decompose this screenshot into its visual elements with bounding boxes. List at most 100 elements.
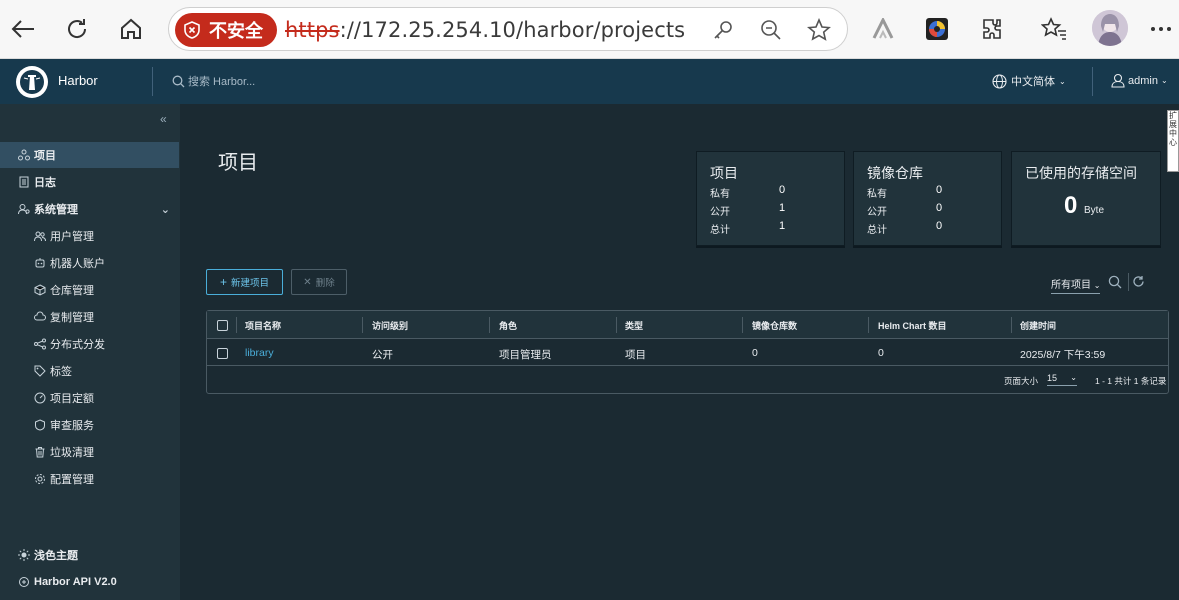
cell-chart-count: 0 bbox=[878, 347, 884, 359]
sidebar-item-label: 配置管理 bbox=[50, 474, 94, 486]
page-size-select[interactable]: 15 ⌄ bbox=[1047, 373, 1077, 386]
storage-unit: Byte bbox=[1084, 205, 1105, 216]
projects-summary-card: 项目 私有 0 公开 1 总计 1 bbox=[696, 151, 845, 246]
column-header-chart-count[interactable]: Helm Chart 数目 bbox=[878, 319, 947, 332]
public-count: 0 bbox=[936, 202, 943, 214]
home-icon[interactable] bbox=[116, 14, 146, 44]
toolbar-divider bbox=[1128, 273, 1129, 291]
cell-role: 项目管理员 bbox=[499, 349, 552, 361]
harbor-logo-icon[interactable] bbox=[16, 66, 48, 98]
sidebar-item-robot-accounts[interactable]: 机器人账户 bbox=[0, 250, 180, 276]
extensions-puzzle-icon[interactable] bbox=[977, 14, 1007, 44]
profile-avatar[interactable] bbox=[1092, 10, 1128, 46]
refresh-icon[interactable] bbox=[62, 14, 92, 44]
column-divider bbox=[362, 317, 363, 333]
zoom-out-icon[interactable] bbox=[759, 18, 783, 42]
close-icon: ✕ bbox=[303, 276, 312, 288]
quota-icon bbox=[34, 392, 46, 404]
chevron-down-icon: ⌄ bbox=[1070, 373, 1077, 382]
sidebar-item-distributions[interactable]: 分布式分发 bbox=[0, 331, 180, 357]
url-text[interactable]: https://172.25.254.10/harbor/projects bbox=[285, 18, 685, 42]
column-header-type[interactable]: 类型 bbox=[625, 319, 643, 332]
theme-toggle[interactable]: 浅色主题 bbox=[0, 542, 180, 568]
private-label: 私有 bbox=[710, 189, 730, 200]
replication-icon bbox=[34, 311, 46, 323]
admin-icon bbox=[18, 203, 30, 215]
page-title: 项目 bbox=[218, 152, 258, 174]
robot-icon bbox=[34, 257, 46, 269]
sidebar-item-label: 仓库管理 bbox=[50, 285, 94, 297]
private-count: 0 bbox=[779, 184, 786, 196]
chevron-down-icon: ⌄ bbox=[1059, 76, 1066, 86]
api-label: Harbor API V2.0 bbox=[34, 576, 117, 588]
card-title: 已使用的存储空间 bbox=[1025, 165, 1137, 181]
column-header-created[interactable]: 创建时间 bbox=[1020, 319, 1056, 332]
trash-icon bbox=[34, 446, 46, 458]
sidebar-item-labels[interactable]: 标签 bbox=[0, 358, 180, 384]
collapse-sidebar-icon[interactable]: « bbox=[160, 112, 167, 126]
user-menu[interactable]: admin ⌄ bbox=[1111, 73, 1168, 88]
side-tab-label: 扩 展 中 心 bbox=[1169, 111, 1177, 147]
refresh-icon[interactable] bbox=[1132, 275, 1145, 293]
search-placeholder: 搜索 Harbor... bbox=[188, 76, 256, 88]
row-checkbox[interactable] bbox=[217, 348, 228, 359]
sidebar-item-projects[interactable]: 项目 bbox=[0, 142, 179, 168]
brand-name[interactable]: Harbor bbox=[58, 73, 98, 88]
search-icon[interactable] bbox=[1108, 275, 1122, 294]
logs-icon bbox=[18, 176, 30, 188]
language-selector[interactable]: 中文简体 ⌄ bbox=[992, 73, 1066, 89]
column-header-name[interactable]: 项目名称 bbox=[245, 319, 281, 332]
back-arrow-icon[interactable] bbox=[8, 14, 38, 44]
select-all-checkbox[interactable] bbox=[217, 320, 228, 331]
address-bar[interactable]: 不安全 https://172.25.254.10/harbor/project… bbox=[168, 7, 848, 51]
browser-toolbar: 不安全 https://172.25.254.10/harbor/project… bbox=[0, 0, 1179, 59]
delete-button[interactable]: ✕ 删除 bbox=[291, 269, 347, 295]
sidebar-item-garbage-collection[interactable]: 垃圾清理 bbox=[0, 439, 180, 465]
extension-a-icon[interactable] bbox=[868, 14, 898, 44]
sidebar-item-administration[interactable]: 系统管理 ⌄ bbox=[0, 196, 180, 222]
harbor-api-link[interactable]: Harbor API V2.0 bbox=[0, 569, 180, 595]
project-name-link[interactable]: library bbox=[245, 347, 274, 359]
scanner-icon bbox=[34, 419, 46, 431]
key-icon[interactable] bbox=[711, 18, 735, 42]
public-label: 公开 bbox=[710, 207, 730, 218]
sidebar-item-project-quotas[interactable]: 项目定额 bbox=[0, 385, 180, 411]
chevron-down-icon[interactable]: ⌄ bbox=[161, 203, 170, 216]
cell-created: 2025/8/7 下午3:59 bbox=[1020, 349, 1106, 361]
security-badge[interactable]: 不安全 bbox=[175, 13, 277, 47]
sidebar-item-configuration[interactable]: 配置管理 bbox=[0, 466, 180, 492]
global-search[interactable]: 搜索 Harbor... bbox=[172, 73, 255, 89]
side-panel-tab[interactable]: 扩 展 中 心 bbox=[1167, 110, 1179, 172]
new-project-button[interactable]: + 新建项目 bbox=[206, 269, 283, 295]
theme-label: 浅色主题 bbox=[34, 550, 78, 562]
column-divider bbox=[489, 317, 490, 333]
column-header-role[interactable]: 角色 bbox=[499, 319, 517, 332]
column-divider bbox=[236, 317, 237, 333]
pagination-summary: 1 - 1 共计 1 条记录 bbox=[1095, 376, 1167, 386]
page-size-value: 15 bbox=[1047, 373, 1058, 383]
sidebar-item-interrogation-services[interactable]: 审查服务 bbox=[0, 412, 180, 438]
chevron-down-icon: ⌄ bbox=[1160, 76, 1168, 85]
sidebar-item-replications[interactable]: 复制管理 bbox=[0, 304, 180, 330]
sidebar-item-logs[interactable]: 日志 bbox=[0, 169, 180, 195]
sidebar-item-label: 垃圾清理 bbox=[50, 447, 94, 459]
column-header-access[interactable]: 访问级别 bbox=[372, 319, 408, 332]
storage-summary-card: 已使用的存储空间 0 Byte bbox=[1011, 151, 1161, 246]
project-filter-select[interactable]: 所有项目 ⌄ bbox=[1051, 276, 1101, 294]
more-menu-icon[interactable] bbox=[1146, 14, 1176, 44]
column-header-repo-count[interactable]: 镜像仓库数 bbox=[752, 319, 797, 332]
sidebar-item-registries[interactable]: 仓库管理 bbox=[0, 277, 180, 303]
app-header: Harbor 搜索 Harbor... 中文简体 ⌄ admin ⌄ bbox=[0, 59, 1179, 104]
column-divider bbox=[1011, 317, 1012, 333]
favorite-star-icon[interactable] bbox=[806, 17, 831, 42]
card-title: 项目 bbox=[710, 165, 738, 181]
favorites-list-icon[interactable] bbox=[1039, 14, 1069, 44]
total-label: 总计 bbox=[710, 225, 730, 236]
url-path: ://172.25.254.10/harbor/projects bbox=[339, 18, 686, 42]
users-icon bbox=[34, 230, 46, 242]
column-divider bbox=[742, 317, 743, 333]
extension-color-icon[interactable] bbox=[922, 14, 952, 44]
page-size-label: 页面大小 bbox=[1004, 376, 1039, 386]
sidebar-item-users[interactable]: 用户管理 bbox=[0, 223, 180, 249]
table-header: 项目名称 访问级别 角色 类型 镜像仓库数 Helm Chart 数目 创建时间 bbox=[207, 311, 1168, 339]
